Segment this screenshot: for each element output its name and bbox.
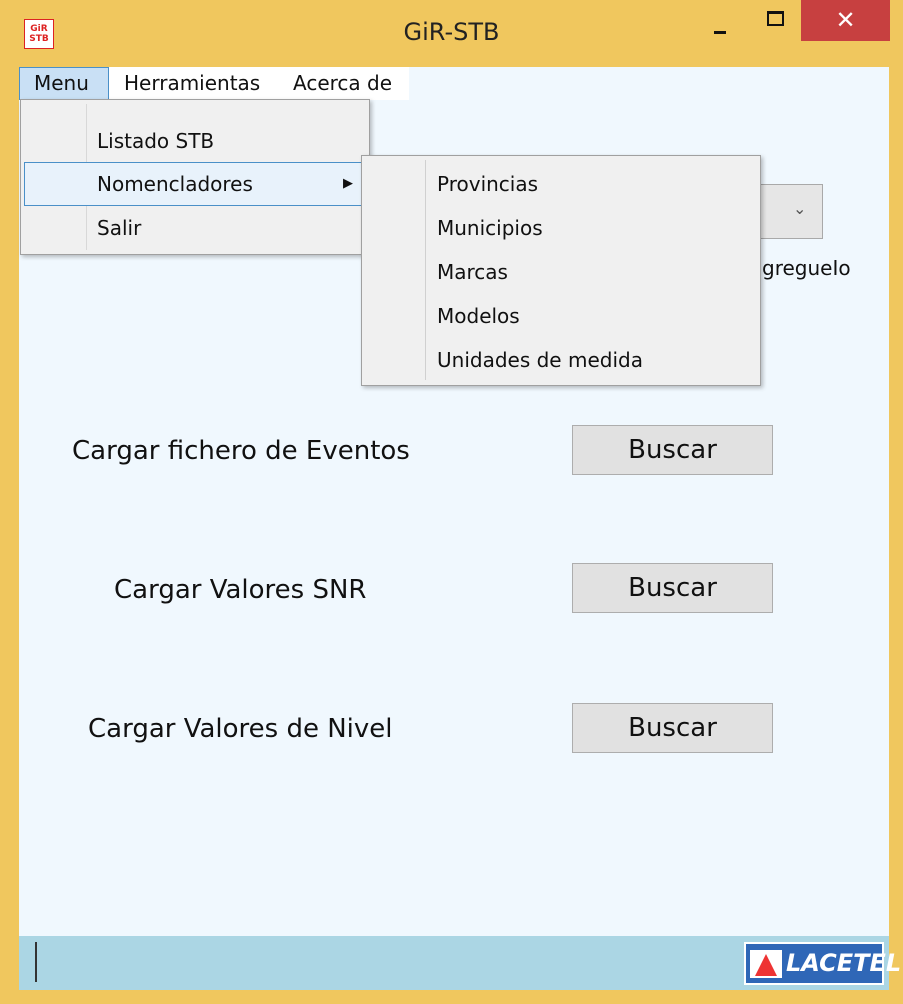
- submenu-nomencladores: Provincias Municipios Marcas Modelos Uni…: [361, 155, 761, 386]
- lacetel-logo: LACETEL: [744, 942, 901, 985]
- menu-menu[interactable]: Menu: [19, 67, 109, 100]
- menu-herramientas[interactable]: Herramientas: [124, 67, 260, 100]
- submenu-gutter-divider: [425, 160, 426, 380]
- menu-item-label: Listado STB: [97, 129, 215, 153]
- submenu-item-marcas[interactable]: Marcas: [437, 250, 508, 294]
- menu-acerca-de[interactable]: Acerca de: [293, 67, 392, 100]
- snr-label: Cargar Valores SNR: [114, 575, 367, 605]
- menu-item-label: Salir: [97, 216, 142, 240]
- partial-label: gregueIo: [762, 256, 851, 280]
- chevron-down-icon: ⌄: [793, 199, 807, 218]
- menu-item-label: Nomencladores: [97, 172, 253, 196]
- submenu-item-municipios[interactable]: Municipios: [437, 206, 543, 250]
- submenu-arrow-icon: ▶: [343, 176, 353, 191]
- menu-bar: Menu Herramientas Acerca de: [19, 67, 409, 100]
- close-icon: ✕: [835, 6, 856, 34]
- app-window: GiR STB GiR-STB ✕ ⌄ gregueIo Cargar fich…: [0, 0, 903, 1004]
- eventos-label: Cargar fichero de Eventos: [72, 436, 410, 466]
- logo-text: LACETEL: [786, 949, 902, 977]
- menu-item-salir[interactable]: Salir: [24, 206, 366, 250]
- buscar-eventos-button[interactable]: Buscar: [572, 425, 773, 475]
- status-separator: [35, 942, 37, 982]
- submenu-item-unidades-de-medida[interactable]: Unidades de medida: [437, 338, 643, 382]
- buscar-snr-button[interactable]: Buscar: [572, 563, 773, 613]
- buscar-nivel-button[interactable]: Buscar: [572, 703, 773, 753]
- submenu-item-modelos[interactable]: Modelos: [437, 294, 520, 338]
- combobox[interactable]: ⌄: [755, 184, 823, 239]
- menu-dropdown: Listado STB Nomencladores ▶ Salir: [20, 99, 370, 255]
- nivel-label: Cargar Valores de Nivel: [88, 714, 393, 744]
- menu-item-nomencladores[interactable]: Nomencladores ▶: [24, 162, 366, 206]
- menu-item-listado-stb[interactable]: Listado STB: [24, 119, 366, 163]
- submenu-item-provincias[interactable]: Provincias: [437, 162, 538, 206]
- maximize-button[interactable]: [752, 0, 796, 40]
- title-bar[interactable]: GiR STB GiR-STB ✕: [0, 0, 903, 62]
- logo-mark-icon: [750, 950, 782, 978]
- minimize-button[interactable]: [698, 0, 742, 40]
- close-button[interactable]: ✕: [801, 0, 890, 41]
